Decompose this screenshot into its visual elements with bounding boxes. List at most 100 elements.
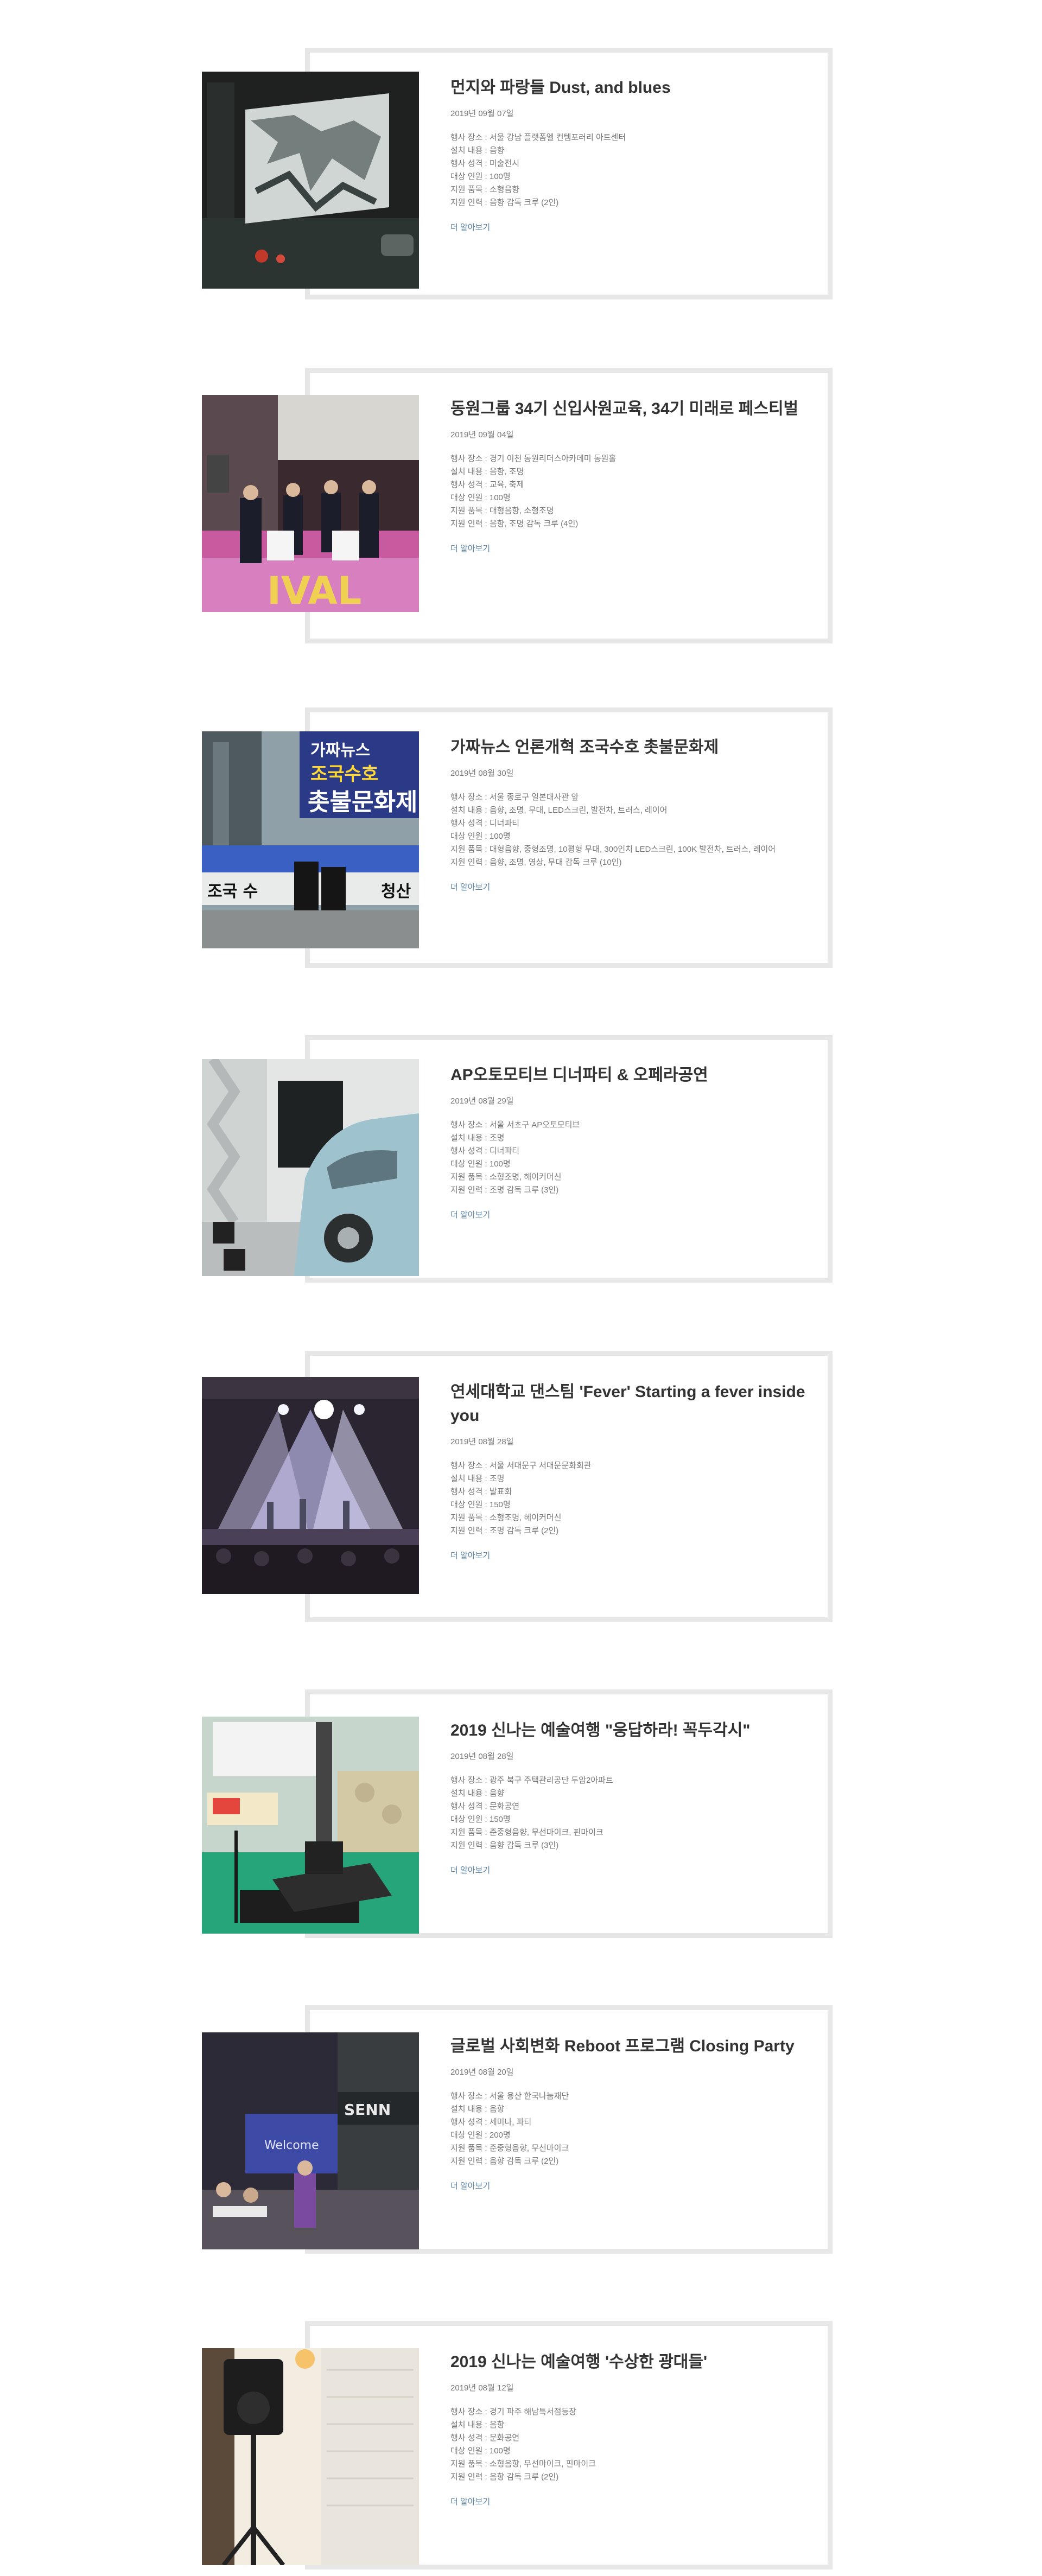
detail-line: 설치 내용 : 음향 [450, 2105, 505, 2114]
detail-line: 지원 품목 : 준중형음향, 무선마이크, 핀마이크 [450, 1828, 603, 1837]
event-thumbnail[interactable] [202, 72, 419, 289]
event-post-list: 먼지와 파랑들 Dust, and blues 2019년 09월 07일 행사… [0, 0, 1042, 2576]
speaker-stand-photo [202, 2348, 419, 2565]
event-card: 연세대학교 댄스팀 'Fever' Starting a fever insid… [202, 1351, 834, 1622]
detail-line: 행사 장소 : 광주 북구 주택관리공단 두암2아파트 [450, 1776, 613, 1785]
mixer-console-photo [202, 1717, 419, 1934]
event-title[interactable]: 2019 신나는 예술여행 "응답하라! 꼭두각시" [450, 1719, 809, 1743]
detail-line: 지원 품목 : 소형조명, 헤이커머신 [450, 1513, 562, 1522]
event-title[interactable]: 가짜뉴스 언론개혁 조국수호 촛불문화제 [450, 736, 809, 760]
card-content: 가짜뉴스 언론개혁 조국수호 촛불문화제 2019년 08월 30일 행사 장소… [450, 736, 809, 893]
card-content: AP오토모티브 디너파티 & 오페라공연 2019년 08월 29일 행사 장소… [450, 1063, 809, 1221]
card-content: 연세대학교 댄스팀 'Fever' Starting a fever insid… [450, 1380, 809, 1561]
event-date: 2019년 08월 30일 [450, 769, 514, 778]
event-details: 행사 장소 : 서울 서대문구 서대문문화회관 설치 내용 : 조명 행사 성격… [450, 1459, 809, 1538]
event-details: 행사 장소 : 서울 종로구 일본대사관 앞 설치 내용 : 음향, 조명, 무… [450, 791, 809, 869]
event-date: 2019년 09월 07일 [450, 109, 514, 118]
card-content: 동원그룹 34기 신입사원교육, 34기 미래로 페스티벌 2019년 09월 … [450, 397, 809, 554]
event-title[interactable]: 글로벌 사회변화 Reboot 프로그램 Closing Party [450, 2035, 809, 2058]
car-showroom-photo [202, 1059, 419, 1276]
event-date: 2019년 08월 12일 [450, 2383, 514, 2393]
detail-line: 설치 내용 : 음향 [450, 146, 505, 155]
event-thumbnail[interactable] [202, 1377, 419, 1594]
detail-line: 지원 인력 : 조명 감독 크루 (3인) [450, 1185, 559, 1195]
detail-line: 행사 성격 : 디너파티 [450, 819, 520, 828]
event-details: 행사 장소 : 광주 북구 주택관리공단 두암2아파트 설치 내용 : 음향 행… [450, 1774, 809, 1852]
read-more-link[interactable]: 더 알아보기 [450, 2497, 490, 2508]
event-thumbnail[interactable] [202, 1059, 419, 1276]
detail-line: 행사 성격 : 문화공연 [450, 1802, 520, 1811]
event-card: 가짜뉴스 조국수호 촛불문화제 조국 수 청산 가짜뉴스 언론개혁 조국수호 촛… [202, 707, 834, 968]
detail-line: 지원 인력 : 음향 감독 크루 (3인) [450, 1841, 559, 1850]
detail-line: 행사 장소 : 서울 서대문구 서대문문화회관 [450, 1461, 592, 1470]
event-details: 행사 장소 : 경기 이천 동원리더스아카데미 동원홀 설치 내용 : 음향, … [450, 452, 809, 531]
event-thumbnail[interactable] [202, 1717, 419, 1934]
detail-line: 행사 성격 : 교육, 축제 [450, 480, 524, 489]
event-title[interactable]: 2019 신나는 예술여행 '수상한 광대들' [450, 2350, 809, 2374]
detail-line: 설치 내용 : 음향, 조명, 무대, LED스크린, 발전차, 트러스, 레이… [450, 806, 668, 815]
event-card: 먼지와 파랑들 Dust, and blues 2019년 09월 07일 행사… [202, 48, 834, 299]
svg-text:청산: 청산 [381, 882, 411, 901]
event-title[interactable]: 동원그룹 34기 신입사원교육, 34기 미래로 페스티벌 [450, 397, 809, 421]
detail-line: 행사 성격 : 세미나, 파티 [450, 2118, 532, 2127]
detail-line: 지원 인력 : 음향 감독 크루 (2인) [450, 2472, 559, 2482]
detail-line: 대상 인원 : 100명 [450, 832, 511, 841]
read-more-link[interactable]: 더 알아보기 [450, 1210, 490, 1221]
detail-line: 지원 인력 : 음향 감독 크루 (2인) [450, 198, 559, 207]
read-more-link[interactable]: 더 알아보기 [450, 882, 490, 893]
event-date: 2019년 08월 28일 [450, 1437, 514, 1446]
svg-text:Welcome: Welcome [264, 2139, 319, 2152]
event-card: IVAL 동원그룹 34기 신입사원교육, 34기 미래로 페스티벌 2019년… [202, 368, 834, 643]
detail-line: 행사 성격 : 문화공연 [450, 2433, 520, 2443]
detail-line: 대상 인원 : 100명 [450, 2446, 511, 2456]
detail-line: 지원 품목 : 소형조명, 헤이커머신 [450, 1172, 562, 1182]
detail-line: 행사 성격 : 디너파티 [450, 1146, 520, 1156]
detail-line: 지원 인력 : 음향, 조명, 영상, 무대 감독 크루 (10인) [450, 858, 622, 867]
event-details: 행사 장소 : 서울 용산 한국나눔재단 설치 내용 : 음향 행사 성격 : … [450, 2090, 809, 2168]
detail-line: 행사 성격 : 발표회 [450, 1487, 512, 1496]
card-content: 2019 신나는 예술여행 "응답하라! 꼭두각시" 2019년 08월 28일… [450, 1719, 809, 1876]
detail-line: 지원 인력 : 조명 감독 크루 (2인) [450, 1526, 559, 1535]
event-thumbnail[interactable]: Welcome SENN [202, 2032, 419, 2249]
read-more-link[interactable]: 더 알아보기 [450, 2181, 490, 2192]
detail-line: 설치 내용 : 음향 [450, 1789, 505, 1798]
event-thumbnail[interactable]: 가짜뉴스 조국수호 촛불문화제 조국 수 청산 [202, 731, 419, 948]
read-more-link[interactable]: 더 알아보기 [450, 1551, 490, 1561]
event-title[interactable]: AP오토모티브 디너파티 & 오페라공연 [450, 1063, 809, 1087]
detail-line: 대상 인원 : 100명 [450, 493, 511, 502]
detail-line: 대상 인원 : 150명 [450, 1815, 511, 1824]
stage-ceremony-photo: IVAL [202, 395, 419, 612]
event-details: 행사 장소 : 서울 서초구 AP오토모티브 설치 내용 : 조명 행사 성격 … [450, 1119, 809, 1197]
detail-line: 설치 내용 : 음향 [450, 2420, 505, 2430]
read-more-link[interactable]: 더 알아보기 [450, 222, 490, 233]
svg-text:IVAL: IVAL [267, 569, 361, 612]
detail-line: 설치 내용 : 음향, 조명 [450, 467, 524, 476]
event-details: 행사 장소 : 경기 파주 해남특서점등장 설치 내용 : 음향 행사 성격 :… [450, 2406, 809, 2484]
event-card: 2019 신나는 예술여행 "응답하라! 꼭두각시" 2019년 08월 28일… [202, 1689, 834, 1938]
read-more-link[interactable]: 더 알아보기 [450, 544, 490, 554]
card-content: 2019 신나는 예술여행 '수상한 광대들' 2019년 08월 12일 행사… [450, 2350, 809, 2508]
detail-line: 지원 품목 : 준중형음향, 무선마이크 [450, 2144, 569, 2153]
outdoor-stage-banner-photo: 가짜뉴스 조국수호 촛불문화제 조국 수 청산 [202, 731, 419, 948]
card-content: 먼지와 파랑들 Dust, and blues 2019년 09월 07일 행사… [450, 76, 809, 233]
detail-line: 지원 품목 : 소형음향 [450, 185, 520, 194]
detail-line: 행사 장소 : 서울 강남 플랫폼엘 컨템포러리 아트센터 [450, 133, 626, 142]
event-card: Welcome SENN 글로벌 사회변화 Reboot 프로그램 Closin… [202, 2005, 834, 2254]
detail-line: 대상 인원 : 150명 [450, 1500, 511, 1509]
detail-line: 행사 장소 : 서울 서초구 AP오토모티브 [450, 1120, 580, 1130]
closing-party-photo: Welcome SENN [202, 2032, 419, 2249]
event-date: 2019년 08월 20일 [450, 2068, 514, 2077]
event-thumbnail[interactable]: IVAL [202, 395, 419, 612]
event-title[interactable]: 연세대학교 댄스팀 'Fever' Starting a fever insid… [450, 1380, 809, 1428]
detail-line: 행사 장소 : 경기 파주 해남특서점등장 [450, 2407, 577, 2416]
detail-line: 행사 성격 : 미술전시 [450, 159, 520, 168]
detail-line: 행사 장소 : 경기 이천 동원리더스아카데미 동원홀 [450, 454, 617, 463]
event-date: 2019년 08월 28일 [450, 1752, 514, 1761]
svg-text:조국 수: 조국 수 [207, 882, 258, 901]
detail-line: 설치 내용 : 조명 [450, 1474, 505, 1483]
svg-text:가짜뉴스: 가짜뉴스 [310, 741, 370, 760]
detail-line: 행사 장소 : 서울 종로구 일본대사관 앞 [450, 793, 579, 802]
event-thumbnail[interactable] [202, 2348, 419, 2565]
event-title[interactable]: 먼지와 파랑들 Dust, and blues [450, 76, 809, 100]
read-more-link[interactable]: 더 알아보기 [450, 1865, 490, 1876]
